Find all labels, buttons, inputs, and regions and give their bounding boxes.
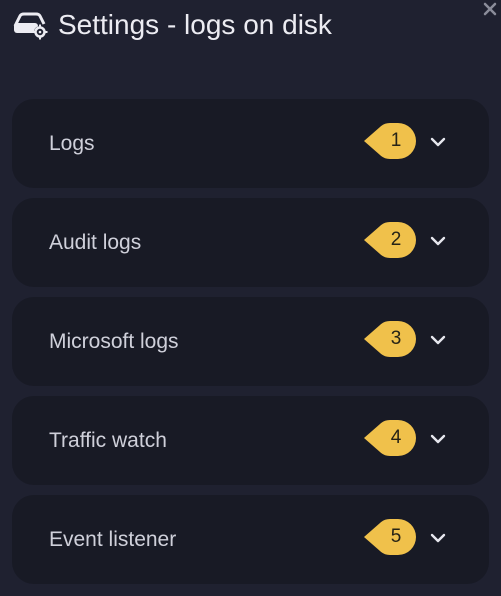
section-label: Microsoft logs (49, 329, 179, 353)
settings-section-list: Logs 1 Audit logs 2 Microsoft logs 3 Tra… (12, 99, 489, 594)
chevron-down-icon[interactable] (428, 132, 448, 152)
section-audit-logs[interactable]: Audit logs 2 (12, 198, 489, 287)
chevron-down-icon[interactable] (428, 330, 448, 350)
section-logs[interactable]: Logs 1 (12, 99, 489, 188)
step-badge: 5 (364, 519, 416, 555)
settings-panel: Settings - logs on disk Logs 1 Audit log… (0, 0, 501, 596)
step-badge-number: 1 (390, 130, 402, 151)
chevron-down-icon[interactable] (428, 528, 448, 548)
step-badge-number: 2 (390, 229, 402, 250)
step-badge: 3 (364, 321, 416, 357)
step-badge: 1 (364, 123, 416, 159)
chevron-down-icon[interactable] (428, 429, 448, 449)
chevron-down-icon[interactable] (428, 231, 448, 251)
section-label: Audit logs (49, 230, 142, 254)
section-label: Traffic watch (49, 428, 167, 452)
panel-header: Settings - logs on disk (12, 6, 332, 44)
step-badge-number: 5 (390, 526, 402, 547)
close-icon[interactable] (483, 2, 497, 16)
section-microsoft-logs[interactable]: Microsoft logs 3 (12, 297, 489, 386)
section-label: Logs (49, 131, 95, 155)
section-traffic-watch[interactable]: Traffic watch 4 (12, 396, 489, 485)
step-badge: 2 (364, 222, 416, 258)
section-label: Event listener (49, 527, 177, 551)
page-title: Settings - logs on disk (58, 9, 332, 40)
section-event-listener[interactable]: Event listener 5 (12, 495, 489, 584)
step-badge-number: 4 (390, 427, 402, 448)
step-badge-number: 3 (390, 328, 402, 349)
step-badge: 4 (364, 420, 416, 456)
storage-settings-icon (12, 7, 48, 43)
